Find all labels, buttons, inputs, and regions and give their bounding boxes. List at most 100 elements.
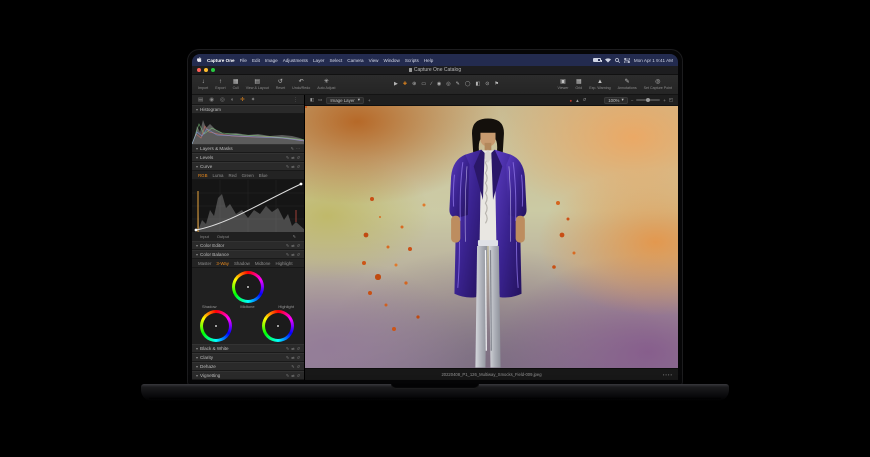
- apple-icon[interactable]: [197, 57, 202, 63]
- highlight-color-wheel[interactable]: [262, 310, 294, 342]
- curve-tab-rgb[interactable]: RGB: [198, 173, 208, 178]
- reset-icon[interactable]: ↺: [297, 252, 300, 257]
- menu-item-view[interactable]: View: [369, 58, 379, 63]
- zoom-in-icon[interactable]: +: [663, 98, 666, 103]
- brush-icon[interactable]: ✎: [286, 164, 289, 169]
- reset-icon[interactable]: ↺: [297, 373, 300, 378]
- copy-icon[interactable]: ⇄: [291, 346, 294, 351]
- menu-item-camera[interactable]: Camera: [347, 58, 363, 63]
- control-center-icon[interactable]: [623, 57, 630, 63]
- reset-button[interactable]: ↺ Reset: [276, 79, 285, 90]
- proof-icon[interactable]: ●: [570, 98, 573, 103]
- dehaze-section-header[interactable]: ▾ Dehaze ✎ ↺: [192, 362, 304, 371]
- compare-icon[interactable]: ◧: [310, 97, 314, 103]
- histogram-section-header[interactable]: ▾ Histogram: [192, 105, 304, 114]
- copy-icon[interactable]: ⇄: [291, 243, 294, 248]
- black-white-section-header[interactable]: ▾ Black & White ✎ ⇄ ↺: [192, 344, 304, 353]
- panel-overflow-icon[interactable]: ⋮: [293, 97, 298, 103]
- capture-tab-icon[interactable]: ◉: [209, 97, 214, 103]
- view-layout-button[interactable]: ▤ View & Layout: [246, 79, 269, 90]
- viewer-toggle-button[interactable]: ▣ Viewer: [557, 79, 568, 90]
- balance-tab-highlight[interactable]: Highlight: [275, 261, 292, 266]
- photo-canvas[interactable]: [305, 106, 678, 368]
- menu-item-help[interactable]: Help: [424, 58, 433, 63]
- reset-icon[interactable]: ↺: [297, 364, 300, 369]
- menu-item-layer[interactable]: Layer: [313, 58, 325, 63]
- zoom-out-icon[interactable]: −: [631, 98, 634, 103]
- balance-tab-master[interactable]: Master: [198, 261, 211, 266]
- color-balance-section-header[interactable]: ▾ Color Balance ✎ ⇄ ↺: [192, 250, 304, 259]
- zoom-slider[interactable]: [636, 97, 661, 102]
- layer-dropdown[interactable]: Image Layer ▾: [326, 96, 364, 104]
- pointer-tool-icon[interactable]: ▶: [394, 82, 398, 87]
- vignetting-section-header[interactable]: ▾ Vignetting ✎ ⇄ ↺: [192, 371, 304, 380]
- auto-adjust-button[interactable]: ✳ Auto Adjust: [317, 79, 335, 90]
- add-layer-icon[interactable]: +: [368, 98, 371, 103]
- curve-output-label[interactable]: Output: [217, 234, 229, 239]
- brush-icon[interactable]: ✎: [286, 155, 289, 160]
- copy-icon[interactable]: ⇄: [291, 155, 294, 160]
- zoom-tool-icon[interactable]: ⊕: [412, 82, 416, 87]
- layers-masks-section-header[interactable]: ▾ Layers & Masks ✎ ⋯: [192, 144, 304, 153]
- copy-icon[interactable]: ⇄: [291, 355, 294, 360]
- erase-mask-tool-icon[interactable]: ◯: [465, 82, 471, 87]
- capture-point-button[interactable]: ◎ Set Capture Point: [644, 79, 672, 90]
- wifi-icon[interactable]: [604, 57, 611, 63]
- levels-section-header[interactable]: ▾ Levels ✎ ⇄ ↺: [192, 153, 304, 162]
- menu-item-edit[interactable]: Edit: [252, 58, 260, 63]
- curve-graph[interactable]: [192, 180, 305, 232]
- color-editor-section-header[interactable]: ▾ Color Editor ✎ ⇄ ↺: [192, 241, 304, 250]
- clone-tool-icon[interactable]: ◎: [446, 82, 450, 87]
- flag-tool-icon[interactable]: ⚑: [494, 82, 498, 87]
- curve-input-label[interactable]: Input: [200, 234, 209, 239]
- balance-tab-shadow[interactable]: Shadow: [234, 261, 250, 266]
- import-button[interactable]: ↓ Import: [198, 79, 208, 90]
- clarity-section-header[interactable]: ▾ Clarity ✎ ⇄ ↺: [192, 353, 304, 362]
- menu-item-adjustments[interactable]: Adjustments: [283, 58, 308, 63]
- menu-app-name[interactable]: Capture One: [207, 58, 235, 63]
- brush-icon[interactable]: ✎: [286, 355, 289, 360]
- menu-item-scripts[interactable]: Scripts: [405, 58, 419, 63]
- menu-item-window[interactable]: Window: [383, 58, 399, 63]
- export-button[interactable]: ↑ Export: [215, 79, 225, 90]
- brush-icon[interactable]: ✎: [286, 346, 289, 351]
- menu-item-select[interactable]: Select: [329, 58, 342, 63]
- zoom-slider-knob[interactable]: [646, 97, 651, 102]
- menu-item-file[interactable]: File: [240, 58, 247, 63]
- brush-icon[interactable]: ✎: [286, 373, 289, 378]
- undo-redo-button[interactable]: ↶ Undo/Redo: [292, 79, 310, 90]
- copy-icon[interactable]: ⇄: [291, 252, 294, 257]
- draw-mask-tool-icon[interactable]: ✎: [456, 82, 460, 87]
- grid-button[interactable]: ▦ Grid: [575, 79, 582, 90]
- styles-tab-icon[interactable]: ✦: [251, 97, 256, 103]
- library-tab-icon[interactable]: ▤: [198, 97, 203, 103]
- balance-tab-3way[interactable]: 3-Way: [216, 261, 229, 266]
- battery-icon[interactable]: [592, 58, 602, 62]
- copy-icon[interactable]: ⇄: [291, 373, 294, 378]
- search-icon[interactable]: [615, 57, 620, 63]
- brush-icon[interactable]: ✎: [286, 243, 289, 248]
- menu-item-image[interactable]: Image: [265, 58, 278, 63]
- pan-tool-icon[interactable]: ✚: [403, 82, 407, 87]
- curve-tab-luma[interactable]: Luma: [213, 173, 224, 178]
- exposure-warning-button[interactable]: ▲ Exp. Warning: [589, 79, 610, 90]
- brush-icon[interactable]: ✎: [291, 364, 294, 369]
- copy-icon[interactable]: ⇄: [291, 164, 294, 169]
- lens-tab-icon[interactable]: ◎: [220, 97, 225, 103]
- reset-icon[interactable]: ↺: [297, 355, 300, 360]
- fit-screen-icon[interactable]: ◰: [669, 97, 673, 103]
- curve-section-header[interactable]: ▾ Curve ✎ ⇄ ↺: [192, 162, 304, 171]
- zoom-level-dropdown[interactable]: 100% ▾: [604, 96, 628, 104]
- color-tab-icon[interactable]: ◐: [231, 97, 234, 103]
- menu-clock[interactable]: Mon Apr 1 9:41 AM: [634, 58, 673, 63]
- brush-icon[interactable]: ✎: [286, 252, 289, 257]
- crop-tool-icon[interactable]: ▭: [421, 82, 426, 87]
- straighten-tool-icon[interactable]: ∕: [431, 82, 432, 87]
- balance-tab-midtone[interactable]: Midtone: [255, 261, 271, 266]
- brush-icon[interactable]: ✎: [291, 146, 294, 151]
- curve-picker-icon[interactable]: ✎: [293, 234, 296, 239]
- reset-icon[interactable]: ↺: [297, 155, 300, 160]
- before-after-icon[interactable]: ▭: [318, 97, 322, 103]
- gradient-mask-tool-icon[interactable]: ◧: [475, 82, 480, 87]
- reset-icon[interactable]: ↺: [297, 164, 300, 169]
